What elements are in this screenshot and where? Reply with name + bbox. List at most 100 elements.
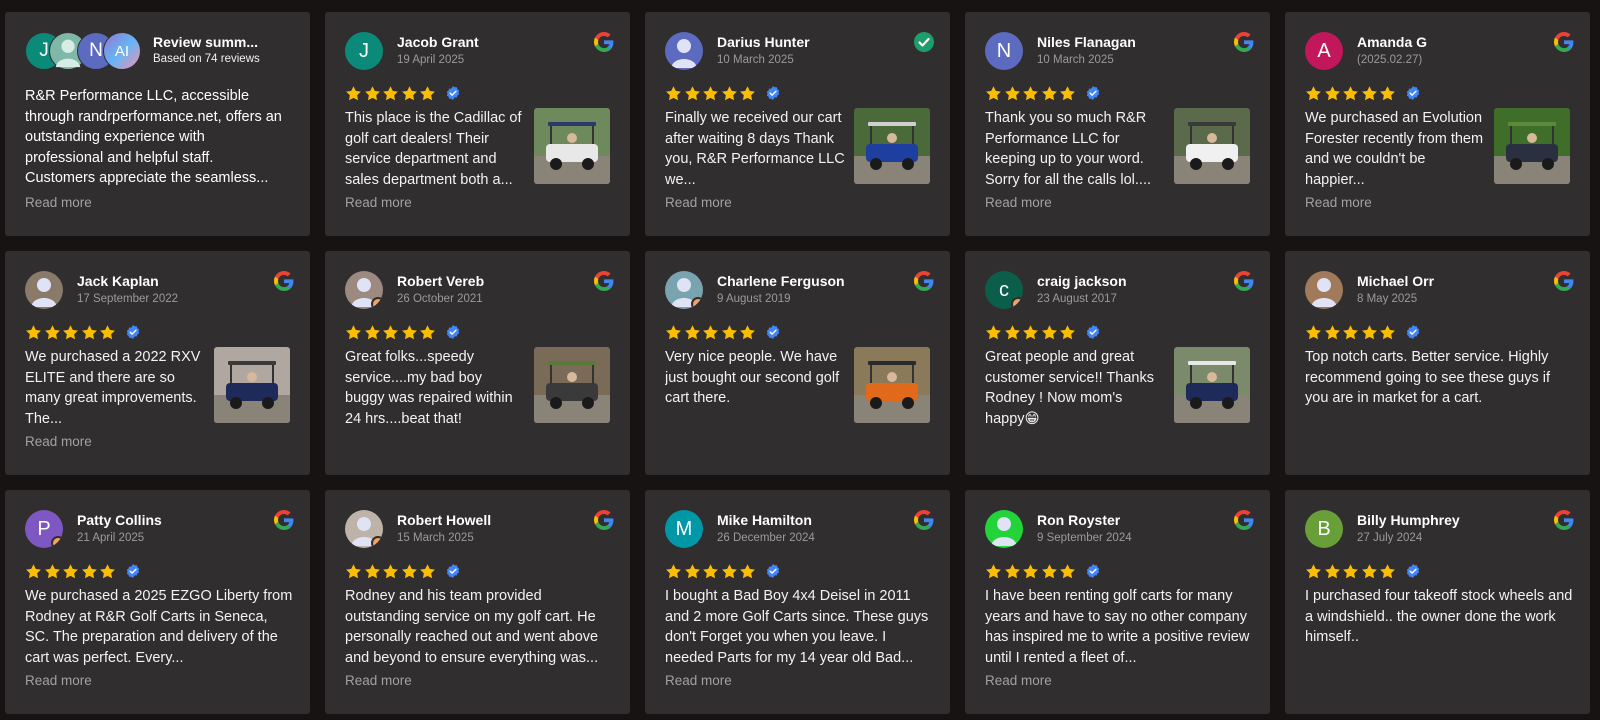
- reviewer-name[interactable]: Billy Humphrey: [1357, 512, 1460, 528]
- review-photo[interactable]: [214, 347, 290, 423]
- review-photo[interactable]: [1494, 108, 1570, 184]
- reviewer-name[interactable]: Niles Flanagan: [1037, 34, 1136, 50]
- review-date: 17 September 2022: [77, 293, 179, 305]
- star-icon: [1022, 85, 1039, 102]
- read-more-link[interactable]: Read more: [985, 673, 1052, 688]
- read-more-link[interactable]: Read more: [345, 195, 412, 210]
- star-icon: [44, 563, 61, 580]
- star-icon: [364, 85, 381, 102]
- review-card: c craig jackson 23 August 2017 Great people…: [965, 251, 1270, 475]
- review-card: A Amanda G (2025.02.27) We purchased an Evo…: [1285, 12, 1590, 236]
- review-text: We purchased an Evolution Forester recen…: [1305, 110, 1484, 188]
- star-icon: [739, 85, 756, 102]
- read-more-link[interactable]: Read more: [1305, 195, 1372, 210]
- reviewer-name[interactable]: Robert Howell: [397, 512, 491, 528]
- read-more-link[interactable]: Read more: [665, 195, 732, 210]
- read-more-link[interactable]: Read more: [25, 434, 92, 449]
- star-icon: [364, 324, 381, 341]
- verified-icon: [1086, 325, 1100, 339]
- star-icon: [1361, 324, 1378, 341]
- star-icon: [702, 85, 719, 102]
- avatar-letter: M: [675, 517, 693, 540]
- local-guide-badge-icon: [1011, 297, 1023, 309]
- reviewer-name[interactable]: Darius Hunter: [717, 34, 810, 50]
- avatar: M: [665, 510, 703, 548]
- google-icon: [594, 510, 614, 530]
- read-more-link[interactable]: Read more: [985, 195, 1052, 210]
- summary-text: R&R Performance LLC, accessible through …: [25, 88, 282, 186]
- review-text: We purchased a 2022 RXV ELITE and there …: [25, 349, 201, 427]
- review-photo[interactable]: [854, 108, 930, 184]
- reviewer-name[interactable]: Jacob Grant: [397, 34, 479, 50]
- read-more-link[interactable]: Read more: [345, 673, 412, 688]
- reviewer-name[interactable]: craig jackson: [1037, 273, 1127, 289]
- avatar-letter: P: [37, 517, 51, 540]
- google-icon: [1554, 32, 1574, 52]
- star-icon: [1022, 563, 1039, 580]
- google-icon: [594, 271, 614, 291]
- reviewer-name[interactable]: Mike Hamilton: [717, 512, 812, 528]
- google-icon: [1554, 510, 1574, 530]
- star-rating: [665, 562, 780, 580]
- star-icon: [985, 563, 1002, 580]
- review-header: Michael Orr 8 May 2025: [1305, 271, 1574, 309]
- review-photo[interactable]: [854, 347, 930, 423]
- review-card: Ron Royster 9 September 2024 I have been r…: [965, 490, 1270, 714]
- reviewer-name[interactable]: Charlene Ferguson: [717, 273, 845, 289]
- review-header: c craig jackson 23 August 2017: [985, 271, 1254, 309]
- star-icon: [721, 563, 738, 580]
- read-more-link[interactable]: Read more: [25, 673, 92, 688]
- avatar-letter: B: [1317, 517, 1331, 540]
- avatar-letter: J: [39, 40, 49, 61]
- review-date: 26 December 2024: [717, 532, 815, 544]
- star-icon: [1004, 85, 1021, 102]
- avatar-letter: N: [996, 39, 1012, 62]
- google-icon: [1234, 32, 1254, 52]
- review-text: I purchased four takeoff stock wheels an…: [1305, 588, 1573, 645]
- star-icon: [25, 563, 42, 580]
- star-rating: [25, 562, 140, 580]
- star-icon: [1379, 563, 1396, 580]
- review-header: Robert Vereb 26 October 2021: [345, 271, 614, 309]
- reviewer-name[interactable]: Ron Royster: [1037, 512, 1120, 528]
- review-header: P Patty Collins 21 April 2025: [25, 510, 294, 548]
- review-card: M Mike Hamilton 26 December 2024 I bought a…: [645, 490, 950, 714]
- avatar: [665, 32, 703, 70]
- review-header: Ron Royster 9 September 2024: [985, 510, 1254, 548]
- star-icon: [1004, 563, 1021, 580]
- review-date: 15 March 2025: [397, 532, 474, 544]
- review-text: Thank you so much R&R Performance LLC fo…: [985, 110, 1151, 188]
- avatar: [1305, 271, 1343, 309]
- google-icon: [914, 271, 934, 291]
- ai-label: AI: [114, 42, 130, 60]
- verified-icon: [766, 564, 780, 578]
- star-icon: [684, 324, 701, 341]
- review-photo[interactable]: [534, 108, 610, 184]
- star-icon: [81, 324, 98, 341]
- local-guide-badge-icon: [691, 297, 703, 309]
- reviewer-name[interactable]: Amanda G: [1357, 34, 1427, 50]
- star-icon: [62, 563, 79, 580]
- star-icon: [345, 563, 362, 580]
- review-photo[interactable]: [1174, 347, 1250, 423]
- star-icon: [684, 563, 701, 580]
- star-rating: [985, 84, 1100, 102]
- review-card: N Niles Flanagan 10 March 2025 Thank you so…: [965, 12, 1270, 236]
- reviewer-name[interactable]: Patty Collins: [77, 512, 162, 528]
- reviewer-name[interactable]: Robert Vereb: [397, 273, 484, 289]
- star-icon: [1324, 563, 1341, 580]
- star-icon: [702, 324, 719, 341]
- google-icon: [594, 32, 614, 52]
- star-rating: [1305, 323, 1420, 341]
- google-icon: [1554, 271, 1574, 291]
- read-more-link[interactable]: Read more: [665, 673, 732, 688]
- review-photo[interactable]: [534, 347, 610, 423]
- review-date: 8 May 2025: [1357, 293, 1418, 305]
- star-icon: [1379, 324, 1396, 341]
- star-icon: [345, 324, 362, 341]
- read-more-link[interactable]: Read more: [25, 195, 92, 210]
- star-rating: [665, 84, 780, 102]
- review-photo[interactable]: [1174, 108, 1250, 184]
- reviewer-name[interactable]: Michael Orr: [1357, 273, 1434, 289]
- reviewer-name[interactable]: Jack Kaplan: [77, 273, 159, 289]
